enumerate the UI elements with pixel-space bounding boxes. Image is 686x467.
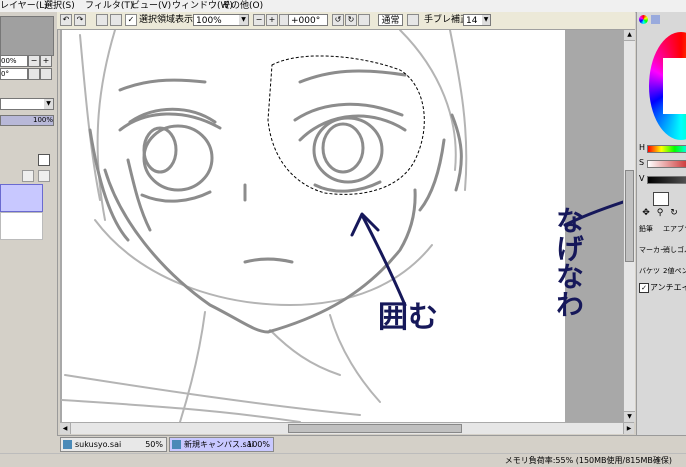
tool-pencil-label: 鉛筆 xyxy=(639,225,653,233)
crop-icon[interactable] xyxy=(110,14,122,26)
layer-item[interactable] xyxy=(0,212,43,240)
saturation-value-box[interactable] xyxy=(663,58,686,114)
scroll-down-arrow[interactable]: ▼ xyxy=(624,411,635,422)
annotation-lasso: なげなわ xyxy=(552,206,585,318)
tool-eraser[interactable]: 消しゴム xyxy=(663,245,686,263)
opacity-slider[interactable]: 100% xyxy=(0,115,54,126)
vertical-scroll-thumb[interactable] xyxy=(625,170,634,262)
stabilizer-select[interactable]: 14 ▼ xyxy=(463,14,491,26)
deselect-icon[interactable] xyxy=(96,14,108,26)
h-label: H xyxy=(639,143,646,152)
tool-binary-pen-label: 2値ペン xyxy=(663,267,686,275)
canvas-toolbar: ↶ ↷ ✓ 選択領域表示 100% ▼ − + +000° ↺ ↻ 通常 手ブレ… xyxy=(57,12,635,30)
tab-name: sukusyo.sai xyxy=(75,440,122,449)
blend-mode-button[interactable]: 通常 xyxy=(378,14,403,26)
tab-zoom: 100% xyxy=(247,440,270,449)
annotation-enclose: 囲む xyxy=(378,300,438,335)
rotation-field[interactable]: +000° xyxy=(288,14,328,26)
menu-layer[interactable]: レイヤー(L) xyxy=(0,0,48,12)
rotate-right-button[interactable] xyxy=(40,68,52,80)
scroll-up-arrow[interactable]: ▲ xyxy=(624,30,635,41)
layer-item-selected[interactable] xyxy=(0,184,43,212)
rotation-value: +000° xyxy=(291,16,321,26)
chevron-down-icon: ▼ xyxy=(239,15,248,25)
horizontal-scrollbar[interactable]: ◀ ▶ xyxy=(60,422,634,434)
canvas-drawing[interactable] xyxy=(60,30,623,422)
s-label: S xyxy=(639,158,645,167)
tool-bucket[interactable]: バケツ xyxy=(639,266,661,280)
menu-view[interactable]: ビュー(V) xyxy=(131,0,171,12)
memory-status: メモリ負荷率:55% (150MB使用/815MB確保) xyxy=(504,456,672,465)
antialias-checkbox[interactable]: ✓ xyxy=(639,283,649,293)
stabilizer-value: 14 xyxy=(466,16,478,26)
navigator-zoom[interactable]: 00% xyxy=(0,55,28,67)
show-selection-checkbox[interactable]: ✓ xyxy=(125,14,137,26)
zoom-out-button[interactable]: − xyxy=(253,14,265,26)
rotate-left-button[interactable] xyxy=(28,68,40,80)
scroll-right-arrow[interactable]: ▶ xyxy=(623,423,634,434)
tool-pencil[interactable]: 鉛筆 xyxy=(639,224,661,242)
undo-icon[interactable]: ↶ xyxy=(60,14,72,26)
show-selection-label: 選択領域表示 xyxy=(139,15,194,25)
color-wheel-icon[interactable] xyxy=(639,15,648,24)
tab-sukusyo[interactable]: sukusyo.sai 50% xyxy=(60,437,167,452)
rgb-slider-icon[interactable] xyxy=(651,15,660,24)
color-mode-icons[interactable] xyxy=(639,14,685,26)
chevron-down-icon: ▼ xyxy=(44,99,53,109)
v-slider[interactable] xyxy=(647,176,686,184)
zoom-plus-button[interactable]: + xyxy=(40,55,52,67)
v-label: V xyxy=(639,174,645,183)
zoom-in-button[interactable]: + xyxy=(266,14,278,26)
navigator-angle[interactable]: 0° xyxy=(0,68,28,80)
move-tool-icon[interactable]: ✥ xyxy=(641,208,651,218)
menu-filter[interactable]: フィルタ(T) xyxy=(85,0,133,12)
tool-airbrush-label: エアブラシ xyxy=(663,225,686,233)
lasso-tool-icon[interactable] xyxy=(653,192,669,206)
right-panel: H S V ✥ ⚲ ↻ 鉛筆 エアブラシ マーカー 消しゴム バケツ 2値ペン … xyxy=(636,12,686,436)
tool-bucket-label: バケツ xyxy=(639,267,660,275)
tool-binary-pen[interactable]: 2値ペン xyxy=(663,266,686,280)
scroll-left-arrow[interactable]: ◀ xyxy=(60,423,71,434)
antialias-label: アンチエイリアス xyxy=(650,283,686,292)
zoom-value: 100% xyxy=(196,16,222,26)
tab-zoom: 50% xyxy=(145,440,163,449)
tool-airbrush[interactable]: エアブラシ xyxy=(663,224,686,242)
rotate-cw-button[interactable]: ↻ xyxy=(345,14,357,26)
layer-delete-icon[interactable] xyxy=(38,154,50,166)
navigator-preview[interactable] xyxy=(0,16,54,56)
layer-tool-icon[interactable] xyxy=(22,170,34,182)
tab-new-canvas[interactable]: 新規キャンバス.sai 100% xyxy=(169,437,274,452)
antialias-row[interactable]: ✓ アンチエイリアス xyxy=(639,282,686,294)
menu-select[interactable]: 選択(S) xyxy=(44,0,75,12)
vertical-scrollbar[interactable]: ▲ ▼ xyxy=(623,30,635,422)
h-slider[interactable] xyxy=(647,145,686,153)
rotate-tool-icon[interactable]: ↻ xyxy=(669,208,679,218)
horizontal-scroll-thumb[interactable] xyxy=(288,424,462,433)
tab-name: 新規キャンバス.sai xyxy=(184,440,254,449)
status-bar: メモリ負荷率:55% (150MB使用/815MB確保) xyxy=(0,453,686,467)
s-slider[interactable] xyxy=(647,160,686,168)
layer-tool-icon-2[interactable] xyxy=(38,170,50,182)
canvas-area[interactable]: 囲む なげなわ xyxy=(60,30,623,422)
zoom-minus-button[interactable]: − xyxy=(28,55,40,67)
tool-marker[interactable]: マーカー xyxy=(639,245,667,263)
rotate-reset-button[interactable] xyxy=(358,14,370,26)
flip-icon[interactable] xyxy=(407,14,419,26)
blend-mode-value: 通常 xyxy=(381,16,400,26)
document-icon xyxy=(172,440,181,449)
tool-eraser-label: 消しゴム xyxy=(663,246,686,254)
chevron-down-icon: ▼ xyxy=(482,15,490,25)
zoom-select[interactable]: 100% ▼ xyxy=(193,14,249,26)
rotate-ccw-button[interactable]: ↺ xyxy=(332,14,344,26)
document-tab-bar: sukusyo.sai 50% 新規キャンバス.sai 100% xyxy=(57,435,686,453)
zoom-tool-icon[interactable]: ⚲ xyxy=(655,208,665,218)
layer-list-area xyxy=(0,240,52,434)
color-wheel[interactable] xyxy=(649,32,686,140)
left-panel: 00% − + 0° ▼ 100% xyxy=(0,12,58,436)
redo-icon[interactable]: ↷ xyxy=(74,14,86,26)
document-icon xyxy=(63,440,72,449)
menu-other[interactable]: その他(O) xyxy=(222,0,263,12)
blend-mode-select[interactable]: ▼ xyxy=(0,98,54,110)
